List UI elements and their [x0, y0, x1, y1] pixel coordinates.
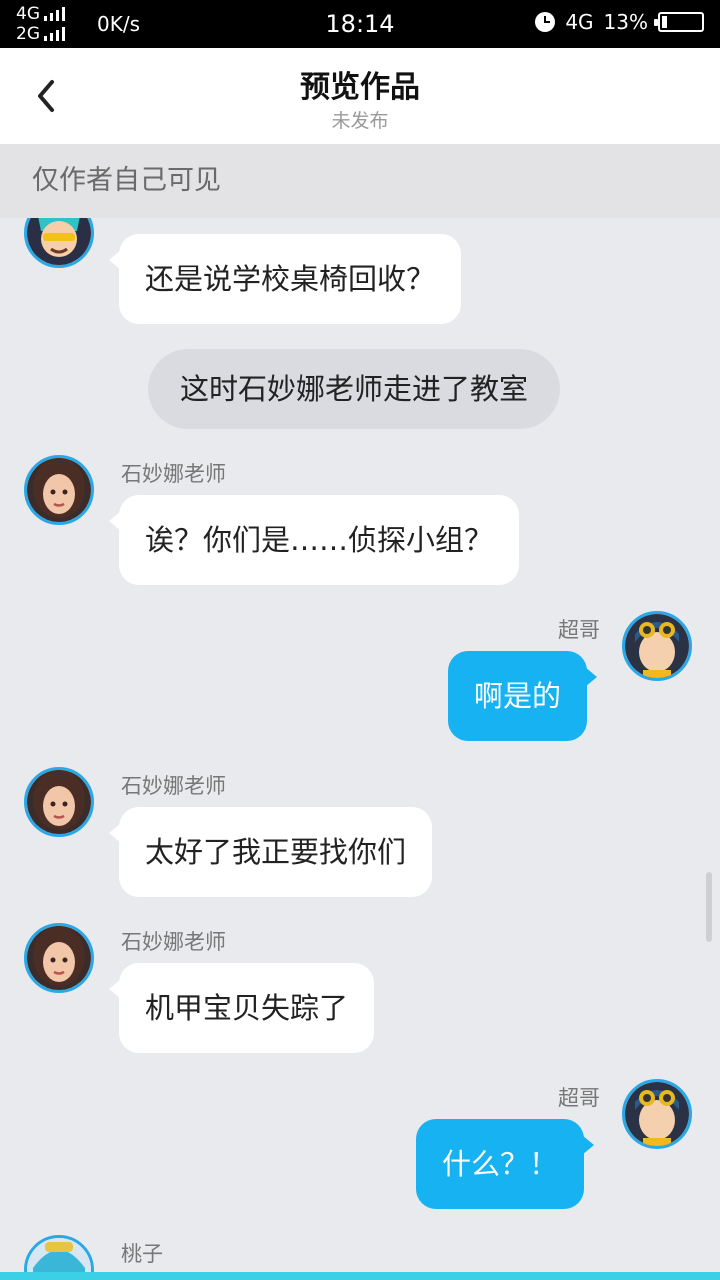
message-bubble-self[interactable]: 啊是的	[448, 651, 598, 741]
message-bubble[interactable]: 机甲宝贝失踪了	[108, 963, 375, 1053]
sender-name: 石妙娜老师	[121, 930, 226, 954]
message-bubble-self[interactable]: 什么？！	[416, 1119, 595, 1209]
battery-icon	[654, 12, 704, 32]
narration-bubble: 这时石妙娜老师走进了教室	[148, 349, 561, 429]
bottom-accent-bar	[0, 1272, 720, 1280]
status-bar: 4G 2G 0K/s 18:14 4G 13%	[0, 0, 720, 48]
page-subtitle: 未发布	[331, 110, 389, 132]
status-right: 4G 13%	[535, 10, 704, 34]
avatar-teacher-girl-icon[interactable]	[24, 767, 94, 837]
avatar-goggles-boy-icon[interactable]	[622, 611, 692, 681]
sender-name: 超哥	[558, 1086, 600, 1110]
scrollbar[interactable]	[706, 872, 712, 942]
network-type-right: 4G	[565, 10, 594, 34]
app-header: 预览作品 未发布	[0, 48, 720, 144]
sender-name: 超哥	[558, 618, 600, 642]
battery-fill	[662, 16, 667, 28]
sender-name: 桃子	[121, 1242, 163, 1266]
avatar-goggles-boy-icon[interactable]	[622, 1079, 692, 1149]
battery-percent: 13%	[603, 10, 648, 34]
avatar-teacher-girl-icon[interactable]	[24, 923, 94, 993]
page-title: 预览作品	[300, 70, 420, 105]
chat-list[interactable]: 还是说学校桌椅回收？ 这时石妙娜老师走进了教室 石妙娜老师 诶？你们是……侦探小…	[0, 218, 720, 1280]
avatar-teacher-girl-icon[interactable]	[24, 455, 94, 525]
message-bubble[interactable]: 诶？你们是……侦探小组？	[108, 495, 520, 585]
sender-name: 石妙娜老师	[121, 462, 226, 486]
avatar-yellow-glasses-boy-icon[interactable]	[24, 218, 94, 268]
visibility-notice: 仅作者自己可见	[0, 144, 720, 218]
sender-name: 石妙娜老师	[121, 774, 226, 798]
message-bubble[interactable]: 太好了我正要找你们	[108, 807, 433, 897]
message-bubble[interactable]: 还是说学校桌椅回收？	[108, 234, 462, 324]
alarm-icon	[535, 12, 556, 32]
